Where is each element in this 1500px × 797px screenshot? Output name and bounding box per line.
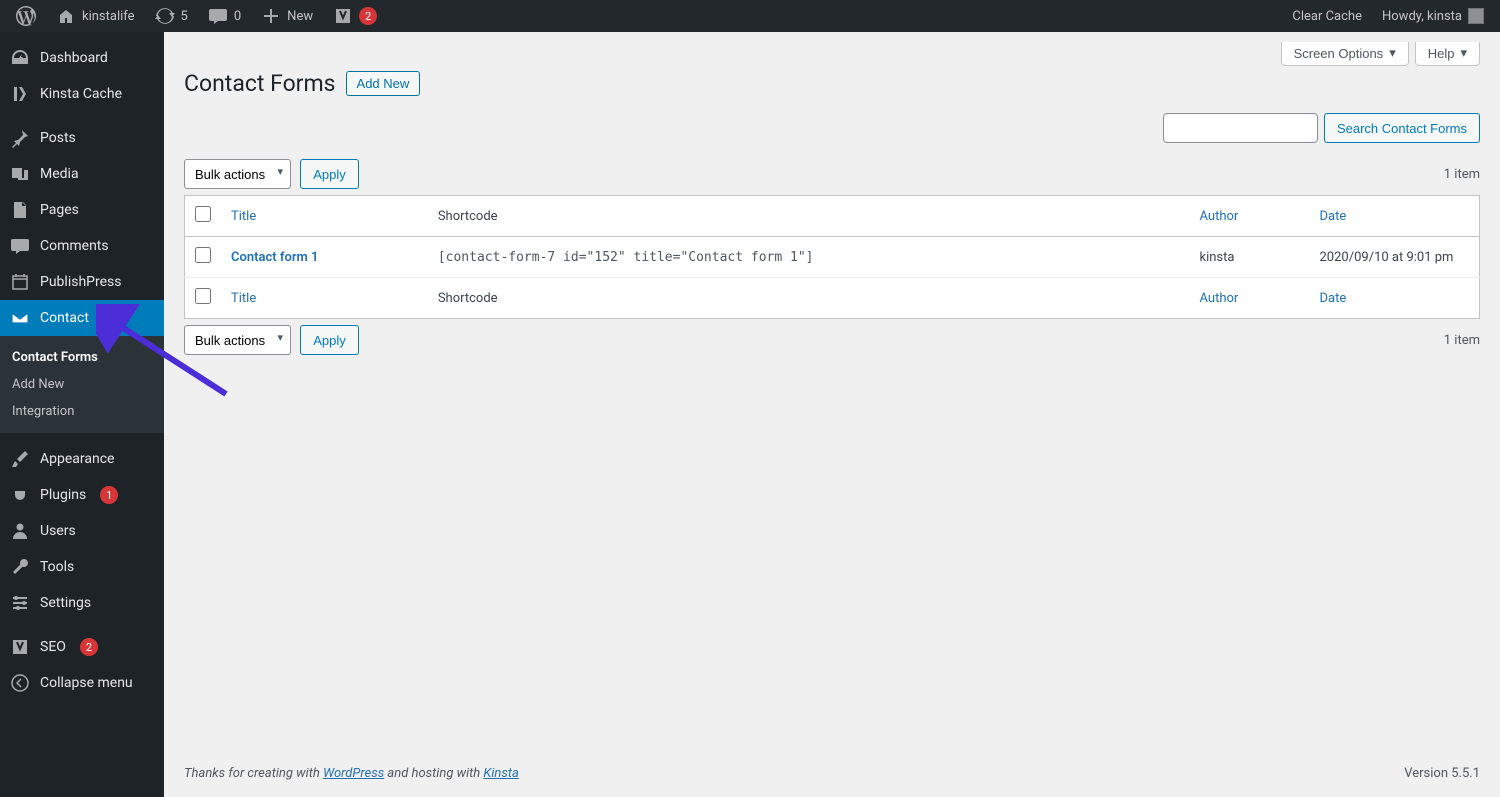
collapse-icon [10, 673, 30, 693]
pin-icon [10, 128, 30, 148]
yoast-menu-icon [10, 637, 30, 657]
row-author: kinsta [1190, 237, 1310, 278]
kinsta-icon [10, 84, 30, 104]
plus-icon [261, 6, 281, 26]
col-shortcode: Shortcode [428, 196, 1190, 237]
comment-icon [208, 6, 228, 26]
seo-badge: 2 [80, 638, 98, 656]
page-icon [10, 200, 30, 220]
bulk-actions-select-bottom[interactable]: Bulk actions [184, 325, 291, 355]
comments-icon [10, 236, 30, 256]
contact-submenu: Contact Forms Add New Integration [0, 336, 164, 433]
updates-count: 5 [181, 9, 188, 24]
yoast-badge: 2 [359, 7, 377, 25]
submenu-add-new[interactable]: Add New [0, 371, 164, 398]
col-shortcode-foot: Shortcode [428, 278, 1190, 319]
row-date: 2020/09/10 at 9:01 pm [1310, 237, 1480, 278]
main-content: Screen Options ▾ Help ▾ Contact Forms Ad… [164, 32, 1500, 797]
col-title[interactable]: Title [231, 209, 256, 224]
sidebar-item-seo[interactable]: SEO2 [0, 629, 164, 665]
updates-link[interactable]: 5 [147, 0, 196, 32]
row-checkbox[interactable] [195, 247, 211, 263]
howdy-text: Howdy, kinsta [1382, 9, 1462, 24]
admin-sidebar: Dashboard Kinsta Cache Posts Media Pages… [0, 32, 164, 797]
version-text: Version 5.5.1 [1404, 766, 1480, 781]
wp-logo[interactable] [8, 0, 44, 32]
submenu-integration[interactable]: Integration [0, 398, 164, 425]
chevron-down-icon: ▾ [1460, 45, 1467, 61]
col-author[interactable]: Author [1200, 209, 1239, 224]
site-name: kinstalife [82, 9, 135, 24]
new-link[interactable]: New [253, 0, 321, 32]
search-button[interactable]: Search Contact Forms [1324, 113, 1480, 143]
site-link[interactable]: kinstalife [48, 0, 143, 32]
col-author-foot[interactable]: Author [1200, 291, 1239, 306]
search-input[interactable] [1163, 113, 1318, 143]
clear-cache-link[interactable]: Clear Cache [1284, 0, 1370, 32]
col-title-foot[interactable]: Title [231, 291, 256, 306]
bulk-actions-select-top[interactable]: Bulk actions [184, 159, 291, 189]
sliders-icon [10, 593, 30, 613]
brush-icon [10, 449, 30, 469]
apply-button-top[interactable]: Apply [300, 159, 359, 189]
admin-bar: kinstalife 5 0 New 2 Clear Cache Howdy, … [0, 0, 1500, 32]
select-all-bottom[interactable] [195, 288, 211, 304]
sidebar-item-users[interactable]: Users [0, 513, 164, 549]
sidebar-item-tools[interactable]: Tools [0, 549, 164, 585]
screen-options-button[interactable]: Screen Options ▾ [1281, 42, 1409, 66]
comments-link[interactable]: 0 [200, 0, 249, 32]
table-row: Contact form 1 [contact-form-7 id="152" … [185, 237, 1480, 278]
sidebar-item-comments[interactable]: Comments [0, 228, 164, 264]
contact-forms-table: Title Shortcode Author Date Contact form… [184, 195, 1480, 319]
plug-icon [10, 485, 30, 505]
avatar-icon [1468, 8, 1484, 24]
wrench-icon [10, 557, 30, 577]
sidebar-item-contact[interactable]: Contact [0, 300, 164, 336]
col-date[interactable]: Date [1320, 209, 1347, 224]
admin-footer: Thanks for creating with WordPress and h… [184, 750, 1480, 797]
wordpress-link[interactable]: WordPress [323, 766, 384, 781]
plugins-badge: 1 [100, 486, 118, 504]
submenu-contact-forms[interactable]: Contact Forms [0, 344, 164, 371]
new-label: New [287, 9, 313, 24]
dashboard-icon [10, 48, 30, 68]
sidebar-item-settings[interactable]: Settings [0, 585, 164, 621]
row-shortcode: [contact-form-7 id="152" title="Contact … [438, 250, 814, 265]
comments-count: 0 [234, 9, 241, 24]
yoast-icon [333, 6, 353, 26]
user-icon [10, 521, 30, 541]
kinsta-link[interactable]: Kinsta [483, 766, 518, 781]
sidebar-item-posts[interactable]: Posts [0, 120, 164, 156]
wordpress-icon [16, 6, 36, 26]
item-count-top: 1 item [1444, 167, 1480, 182]
col-date-foot[interactable]: Date [1320, 291, 1347, 306]
add-new-button[interactable]: Add New [346, 71, 421, 96]
sidebar-item-collapse[interactable]: Collapse menu [0, 665, 164, 701]
chevron-down-icon: ▾ [1389, 45, 1396, 61]
home-icon [56, 6, 76, 26]
account-link[interactable]: Howdy, kinsta [1374, 0, 1492, 32]
sidebar-item-appearance[interactable]: Appearance [0, 441, 164, 477]
sidebar-item-publishpress[interactable]: PublishPress [0, 264, 164, 300]
calendar-icon [10, 272, 30, 292]
yoast-link[interactable]: 2 [325, 0, 385, 32]
media-icon [10, 164, 30, 184]
select-all-top[interactable] [195, 206, 211, 222]
mail-icon [10, 308, 30, 328]
sidebar-item-plugins[interactable]: Plugins1 [0, 477, 164, 513]
update-icon [155, 6, 175, 26]
sidebar-item-pages[interactable]: Pages [0, 192, 164, 228]
sidebar-item-dashboard[interactable]: Dashboard [0, 40, 164, 76]
apply-button-bottom[interactable]: Apply [300, 325, 359, 355]
sidebar-item-media[interactable]: Media [0, 156, 164, 192]
help-button[interactable]: Help ▾ [1415, 42, 1480, 66]
item-count-bottom: 1 item [1444, 333, 1480, 348]
sidebar-item-kinsta-cache[interactable]: Kinsta Cache [0, 76, 164, 112]
page-title: Contact Forms [184, 70, 336, 97]
row-title-link[interactable]: Contact form 1 [231, 250, 318, 265]
